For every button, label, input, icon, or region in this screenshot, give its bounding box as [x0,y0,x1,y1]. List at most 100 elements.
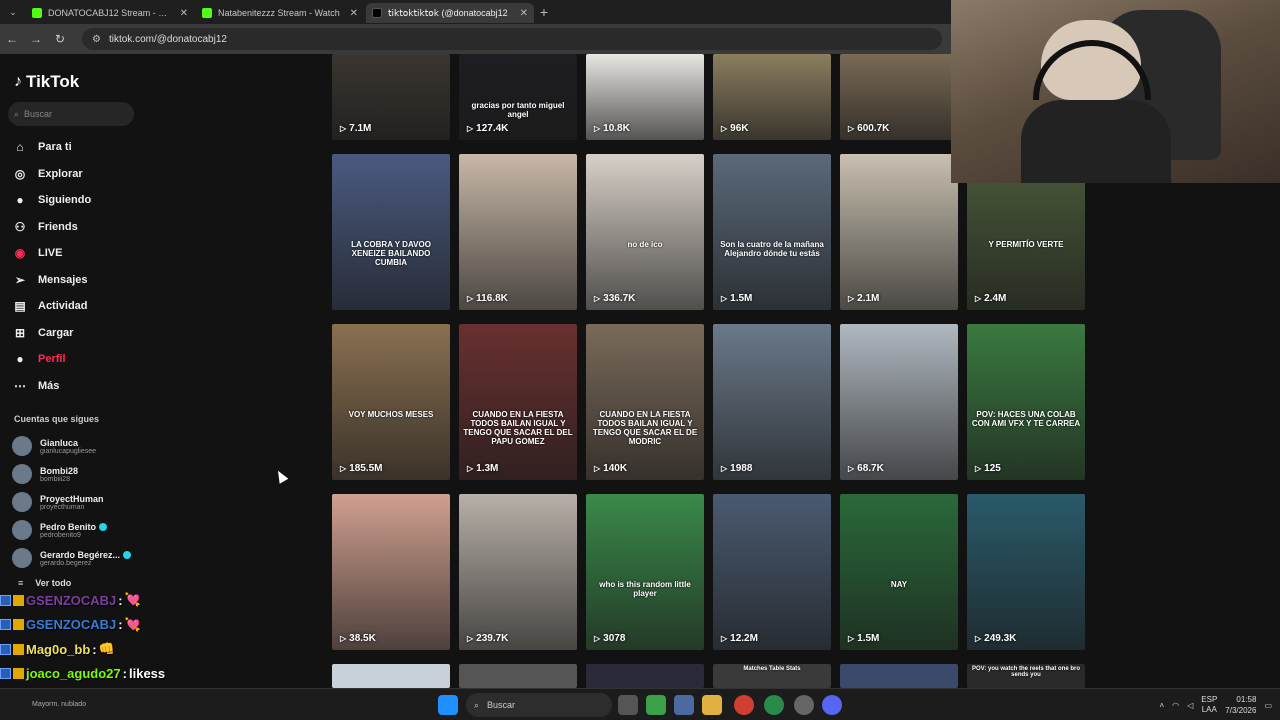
video-card[interactable]: LA COBRA Y DAVOO XENEIZE BAILANDO CUMBIA [332,154,450,310]
chevron-up-icon[interactable]: ˄ [1159,701,1164,710]
browser-tab[interactable]: 𝗍𝗂𝗄𝗍𝗈𝗄𝗍𝗂𝗄𝗍𝗈𝗄 (@donatocabj12 ✕ [366,3,534,23]
video-card[interactable]: ▷ 116.8K [459,154,577,310]
upload-icon: ⊞ [14,325,26,340]
sidebar-item-perfil[interactable]: ● Perfil [12,346,91,373]
video-card[interactable]: CUANDO EN LA FIESTA TODOS BAILAN IGUAL Y… [586,324,704,480]
video-card[interactable] [459,664,577,688]
video-card[interactable]: ▷ 12.2M [713,494,831,650]
wifi-icon[interactable]: ◠ [1172,701,1179,710]
forward-icon[interactable]: → [24,32,48,46]
following-item[interactable]: Bombi28 bombiii28 [12,460,131,488]
new-tab-button[interactable]: + [534,4,554,20]
following-item[interactable]: ProyectHuman proyecthuman [12,488,131,516]
following-handle: pedrobenito9 [40,531,81,539]
chat-separator: : [122,666,127,682]
video-card[interactable]: Son la cuatro de la mañana Alejandro dón… [713,154,831,310]
play-icon: ▷ [594,464,601,473]
video-card[interactable]: VOY MUCHOS MESES ▷ 185.5M [332,324,450,480]
tiktok-logo[interactable]: ♪ TikTok [14,72,79,92]
video-card[interactable]: ▷ 10.8K [586,54,704,140]
video-card[interactable]: ▷ 68.7K [840,324,958,480]
chrome-profile-icon[interactable] [764,695,784,715]
following-item[interactable]: Pedro Benito pedrobenito9 [12,516,131,544]
close-tab-icon[interactable]: ✕ [350,8,358,19]
following-handle: bombiii28 [40,475,70,483]
following-item[interactable]: Gerardo Begérez... gerardo.begerez [12,544,132,572]
video-card[interactable]: ▷ 249.3K [967,494,1085,650]
file-explorer-icon[interactable] [702,695,722,715]
clock[interactable]: 01:58 7/3/2026 [1225,694,1256,716]
sidebar-item-cargar[interactable]: ⊞ Cargar [12,320,91,347]
url-field[interactable]: ⚙ tiktok.com/@donatocabj12 [82,28,942,50]
video-card[interactable]: Matches Table Stats [713,664,831,688]
xbox-icon[interactable] [646,695,666,715]
volume-icon[interactable]: ◁ [1187,701,1193,710]
chrome-icon[interactable] [734,695,754,715]
calculator-icon[interactable] [674,695,694,715]
notification-icon[interactable]: ▭ [1264,701,1272,710]
sidebar-item-explorar[interactable]: ◎ Explorar [12,161,91,188]
following-name: ProyectHuman [40,493,104,504]
subscriber-badge-icon [0,594,11,606]
chat-separator: : [92,641,97,657]
video-card[interactable]: NAY ▷ 1.5M [840,494,958,650]
video-card[interactable]: POV: you watch the reels that one bro se… [967,664,1085,688]
taskbar-search[interactable]: ⌕ Buscar [466,693,612,717]
following-name: Pedro Benito [40,521,97,532]
language-indicator[interactable]: ESP LAA [1201,695,1217,715]
settings-icon[interactable] [794,695,814,715]
sidebar-item-más[interactable]: ⋯ Más [12,373,91,400]
task-view-icon[interactable] [618,695,638,715]
sidebar-search[interactable]: ⌕ Buscar [8,102,134,126]
view-count: 68.7K [857,463,884,474]
sidebar-item-para-ti[interactable]: ⌂ Para ti [12,134,91,161]
reload-icon[interactable]: ↻ [48,32,72,46]
video-card[interactable]: CUANDO EN LA FIESTA TODOS BAILAN IGUAL Y… [459,324,577,480]
sidebar-item-siguiendo[interactable]: ● Siguiendo [12,187,91,214]
video-card[interactable]: gracias por tanto miguel angel ▷ 127.4K [459,54,577,140]
browser-tab[interactable]: DONATOCABJ12 Stream - Watch ✕ [26,3,194,23]
view-count: 96K [730,123,749,134]
video-card[interactable]: ▷ 96K [713,54,831,140]
video-card[interactable]: ▷ 1988 [713,324,831,480]
tab-search-chevron-icon[interactable]: ⌄ [0,7,26,18]
close-tab-icon[interactable]: ✕ [520,8,528,19]
play-icon: ▷ [721,634,728,643]
view-count: 1.5M [857,633,880,644]
video-caption: POV: you watch the reels that one bro se… [971,666,1081,678]
discord-icon[interactable] [822,695,842,715]
sidebar-item-mensajes[interactable]: ➢ Mensajes [12,267,91,294]
video-card[interactable]: who is this random little player ▷ 3078 [586,494,704,650]
sidebar-item-label: Más [38,379,60,392]
windows-start-icon[interactable] [438,695,458,715]
video-card[interactable] [840,664,958,688]
friends-icon: ⚇ [14,219,26,234]
video-caption: Son la cuatro de la mañana Alejandro dón… [720,239,824,258]
video-card[interactable]: POV: HACES UNA COLAB CON AMI VFX Y TE CA… [967,324,1085,480]
back-icon[interactable]: ← [0,32,24,46]
video-card[interactable] [332,664,450,688]
sidebar-item-friends[interactable]: ⚇ Friends [12,214,91,241]
windows-taskbar: Mayorm. nublado ⌕ Buscar ˄ ◠ ◁ ESP LAA 0… [0,688,1280,720]
video-card[interactable]: no de ico ▷ 336.7K [586,154,704,310]
view-count: 2.4M [984,293,1007,304]
video-card[interactable]: ▷ 239.7K [459,494,577,650]
following-item[interactable]: Gianluca gianlucapugliesee [12,432,131,460]
video-card[interactable] [586,664,704,688]
browser-tab[interactable]: Natabenitezzz Stream - Watch ✕ [196,3,364,23]
video-card[interactable]: ▷ 2.1M [840,154,958,310]
see-all-button[interactable]: ≡ Ver todo [18,578,71,588]
view-count: 185.5M [349,463,383,474]
avatar [12,436,32,456]
site-info-icon[interactable]: ⚙ [92,34,101,45]
close-tab-icon[interactable]: ✕ [180,8,188,19]
chat-text: 💘 [124,592,141,608]
video-card[interactable]: ▷ 38.5K [332,494,450,650]
tab-title: 𝗍𝗂𝗄𝗍𝗈𝗄𝗍𝗂𝗄𝗍𝗈𝗄 (@donatocabj12 [388,7,508,18]
sidebar-item-live[interactable]: ◉ LIVE [12,240,91,267]
chat-text: 👊 [98,641,115,657]
video-card[interactable]: ▷ 7.1M [332,54,450,140]
video-card[interactable]: ▷ 600.7K [840,54,958,140]
chat-separator: : [118,617,123,633]
sidebar-item-actividad[interactable]: ▤ Actividad [12,293,91,320]
